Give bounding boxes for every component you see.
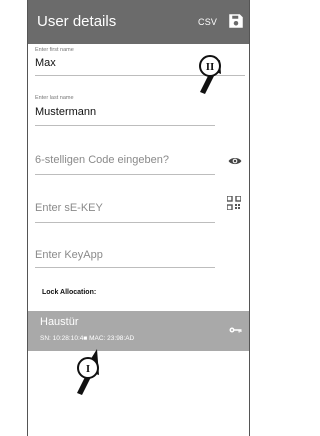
code-placeholder: 6-stelligen Code eingeben?: [35, 154, 169, 166]
keyapp-underline: [35, 267, 215, 268]
callout-arrow-i: I: [77, 349, 99, 395]
first-name-value[interactable]: Max: [35, 57, 56, 69]
last-name-label: Enter last name: [35, 95, 74, 101]
sekey-field[interactable]: Enter sE-KEY: [35, 198, 215, 224]
lock-list-item[interactable]: Haustür SN: 10:28:10:4■ MAC: 23:98:AD: [28, 311, 249, 351]
callout-label-ii: II: [206, 61, 215, 73]
save-icon[interactable]: [227, 12, 245, 30]
code-field[interactable]: 6-stelligen Code eingeben?: [35, 150, 215, 176]
eye-icon[interactable]: [228, 156, 242, 166]
keyapp-placeholder: Enter KeyApp: [35, 249, 103, 261]
page-title: User details: [37, 13, 117, 30]
callout-label-i: I: [86, 363, 90, 375]
sekey-underline: [35, 222, 215, 223]
lock-name: Haustür: [40, 316, 79, 328]
last-name-value[interactable]: Mustermann: [35, 106, 96, 118]
keyapp-field[interactable]: Enter KeyApp: [35, 245, 215, 271]
csv-button[interactable]: CSV: [198, 17, 217, 27]
last-name-field[interactable]: Enter last name Mustermann: [35, 95, 215, 127]
first-name-label: Enter first name: [35, 47, 74, 53]
callout-arrow-ii: II: [199, 55, 221, 94]
code-underline: [35, 174, 215, 175]
qr-code-icon[interactable]: [227, 196, 241, 210]
key-icon[interactable]: [229, 326, 242, 334]
last-name-underline: [35, 125, 215, 126]
lock-allocation-heading: Lock Allocation:: [42, 289, 97, 296]
sekey-placeholder: Enter sE-KEY: [35, 202, 103, 214]
